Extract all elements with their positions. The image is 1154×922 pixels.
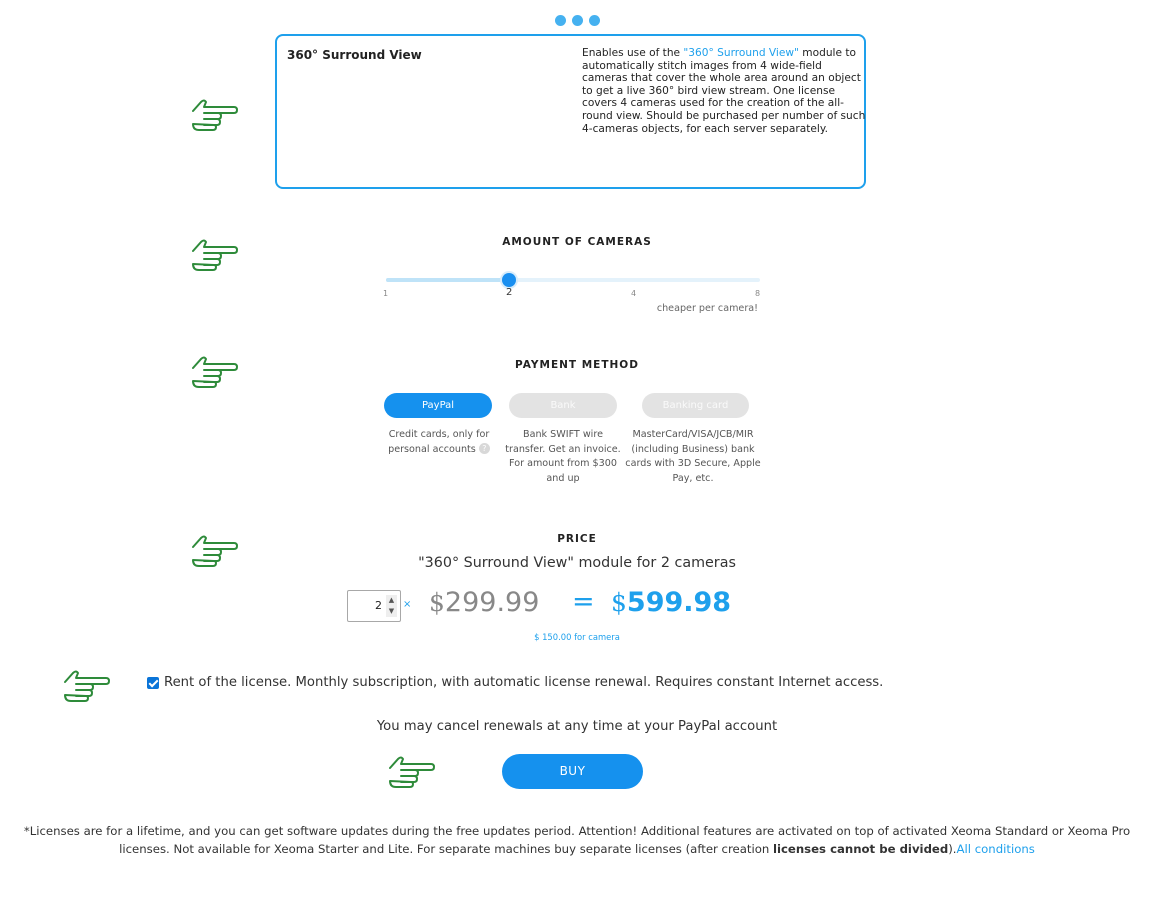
total-price-currency: $ [611,588,627,617]
pointing-hand-icon [387,753,439,789]
paypal-desc-line2: personal accounts [388,443,476,455]
carousel-dot[interactable] [572,15,583,26]
equals-sign: = [572,586,595,617]
checkbox-checked-icon[interactable] [147,676,159,689]
price-subtitle: "360° Surround View" module for 2 camera… [418,555,736,571]
pointing-hand-icon [62,667,114,703]
carousel-dot[interactable] [589,15,600,26]
rent-label[interactable]: Rent of the license. Monthly subscriptio… [164,675,883,690]
carousel-dots[interactable] [555,15,600,26]
banking-card-button[interactable]: Banking card [642,393,749,418]
footnote-after: ). [948,842,957,856]
total-price: $599.98 [611,587,731,618]
carousel-dot[interactable] [555,15,566,26]
quantity-stepper[interactable]: 2 ▲ ▼ [347,590,401,622]
cancel-note: You may cancel renewals at any time at y… [376,719,778,734]
cameras-slider-track[interactable] [386,278,760,282]
module-desc-link[interactable]: "360° Surround View" [683,47,799,59]
spinner-down-icon[interactable]: ▼ [386,606,397,617]
cheaper-note: cheaper per camera! [656,303,758,314]
module-desc-prefix: Enables use of the [582,47,684,59]
module-description: Enables use of the "360° Surround View" … [582,47,867,135]
help-icon[interactable]: ? [478,443,490,454]
paypal-description: Credit cards, only for personal accounts… [378,428,500,457]
slider-tick-4[interactable]: 4 [631,289,636,298]
cameras-slider-thumb[interactable] [502,273,516,287]
quantity-value[interactable]: 2 [354,599,382,612]
slider-tick-2[interactable]: 2 [506,287,512,298]
banking-card-description: MasterCard/VISA/JCB/MIR (including Busin… [625,429,761,484]
bank-description: Bank SWIFT wire transfer. Get an invoice… [505,429,621,484]
bank-button[interactable]: Bank [509,393,617,418]
price-heading: PRICE [557,533,597,545]
spinner-up-icon[interactable]: ▲ [386,595,397,606]
paypal-desc-line1: Credit cards, only for [388,429,490,440]
module-card[interactable]: 360° Surround View Enables use of the "3… [275,34,866,189]
slider-tick-8[interactable]: 8 [755,289,760,298]
cameras-heading: AMOUNT OF CAMERAS [502,236,652,248]
payment-heading: PAYMENT METHOD [515,359,639,371]
total-price-value: 599.98 [626,587,732,618]
per-camera-price: $ 150.00 for camera [534,632,620,642]
unit-price: $299.99 [429,587,539,618]
multiply-sign: × [403,599,412,610]
spinner-arrows-icon[interactable]: ▲ ▼ [386,595,397,617]
module-title: 360° Surround View [287,48,422,62]
footnote-bold: licenses cannot be divided [772,842,949,856]
slider-tick-1[interactable]: 1 [383,289,388,298]
unit-price-value: 299.99 [444,587,540,618]
rent-option[interactable]: Rent of the license. Monthly subscriptio… [147,675,883,690]
paypal-button[interactable]: PayPal [384,393,492,418]
all-conditions-link[interactable]: All conditions [957,842,1035,856]
module-desc-suffix: module to automatically stitch images fr… [582,47,866,135]
unit-price-currency: $ [429,588,445,617]
buy-button[interactable]: BUY [502,754,643,789]
pointing-hand-icon [190,96,242,132]
license-footnote: *Licenses are for a lifetime, and you ca… [22,822,1132,858]
cameras-slider-fill [386,278,508,282]
